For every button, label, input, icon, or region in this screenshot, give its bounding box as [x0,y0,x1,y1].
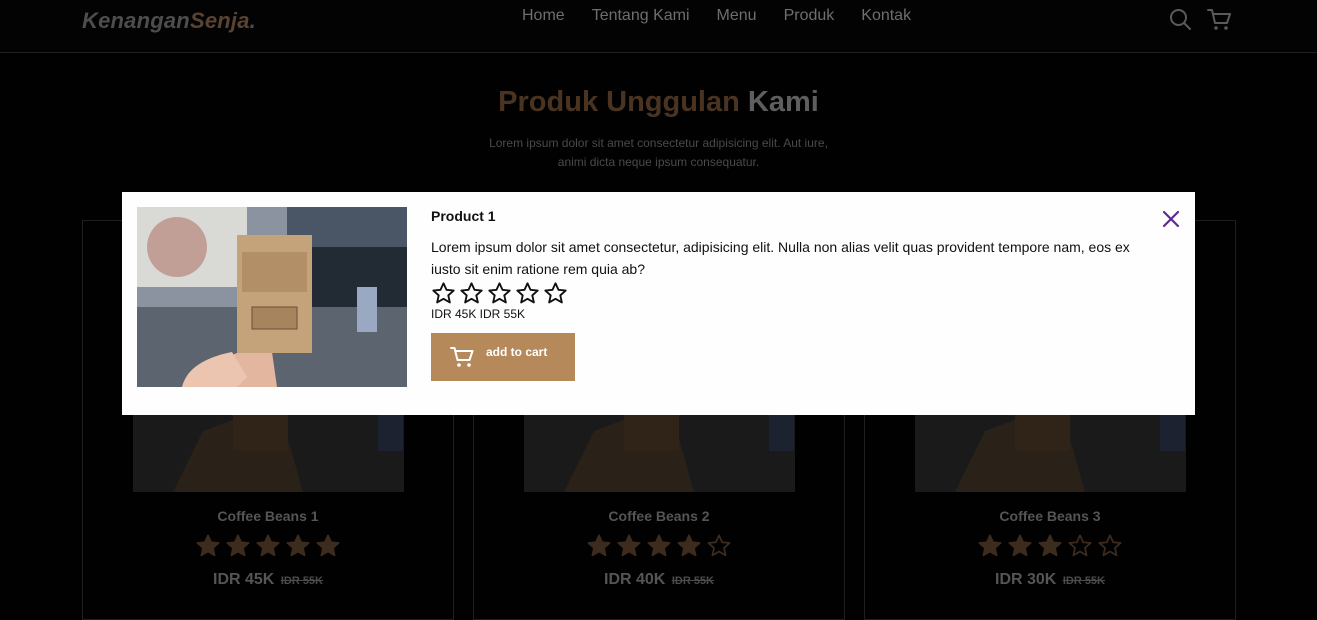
close-icon[interactable] [1160,208,1182,230]
star-outline-icon [544,282,567,304]
brand-part2: Senja [189,8,250,33]
star-filled-icon [316,534,340,557]
nav-link-produk[interactable]: Produk [784,7,835,25]
product-rating [83,533,453,564]
star-outline-icon [516,282,539,304]
shopping-cart-icon[interactable] [1206,7,1231,31]
product-price-old: IDR 55K [671,575,714,587]
shopping-cart-icon [449,344,475,370]
product-detail-modal: Product 1 Lorem ipsum dolor sit amet con… [122,192,1195,415]
product-price: IDR 45K IDR 55K [83,571,453,589]
section-title-part2: Kami [747,86,819,118]
modal-rating [431,281,568,306]
product-price-old: IDR 55K [1062,575,1105,587]
star-filled-icon [978,534,1002,557]
product-price-current: IDR 45K [213,571,275,588]
navbar: KenanganSenja. Home Tentang Kami Menu Pr… [0,0,1317,53]
add-to-cart-label: add to cart [486,345,548,359]
product-price: IDR 40K IDR 55K [474,571,844,589]
product-rating [474,533,844,564]
product-name: Coffee Beans 1 [217,508,319,524]
star-outline-icon [1098,534,1122,557]
star-outline-icon [432,282,455,304]
nav-link-home[interactable]: Home [522,7,565,25]
star-filled-icon [677,534,701,557]
section-title: Produk Unggulan Kami [0,86,1317,119]
product-price-old: IDR 55K [280,575,323,587]
star-filled-icon [1038,534,1062,557]
star-filled-icon [226,534,250,557]
modal-price: IDR 45K IDR 55K [431,307,526,321]
star-filled-icon [617,534,641,557]
modal-title: Product 1 [431,208,496,224]
product-price-current: IDR 30K [995,571,1057,588]
nav-links: Home Tentang Kami Menu Produk Kontak [522,7,938,25]
product-name: Coffee Beans 3 [999,508,1101,524]
brand-dot: . [249,8,256,33]
section-title-part1: Produk Unggulan [498,86,740,118]
modal-description: Lorem ipsum dolor sit amet consectetur, … [431,239,1130,277]
nav-icons [1168,7,1231,31]
star-filled-icon [647,534,671,557]
product-price-current: IDR 40K [604,571,666,588]
star-filled-icon [256,534,280,557]
star-outline-icon [488,282,511,304]
star-outline-icon [460,282,483,304]
brand-part1: Kenangan [82,8,190,33]
brand-logo[interactable]: KenanganSenja. [82,8,256,34]
section-description: Lorem ipsum dolor sit amet consectetur a… [489,136,828,169]
add-to-cart-button[interactable]: add to cart [431,333,575,381]
star-filled-icon [196,534,220,557]
product-name: Coffee Beans 2 [608,508,710,524]
star-outline-icon [1068,534,1092,557]
product-image [137,207,407,387]
nav-link-kontak[interactable]: Kontak [861,7,911,25]
star-filled-icon [587,534,611,557]
product-price: IDR 30K IDR 55K [865,571,1235,589]
search-icon[interactable] [1168,7,1192,31]
star-outline-icon [707,534,731,557]
nav-link-tentang-kami[interactable]: Tentang Kami [592,7,690,25]
product-rating [865,533,1235,564]
star-filled-icon [1008,534,1032,557]
star-filled-icon [286,534,310,557]
nav-link-menu[interactable]: Menu [717,7,757,25]
